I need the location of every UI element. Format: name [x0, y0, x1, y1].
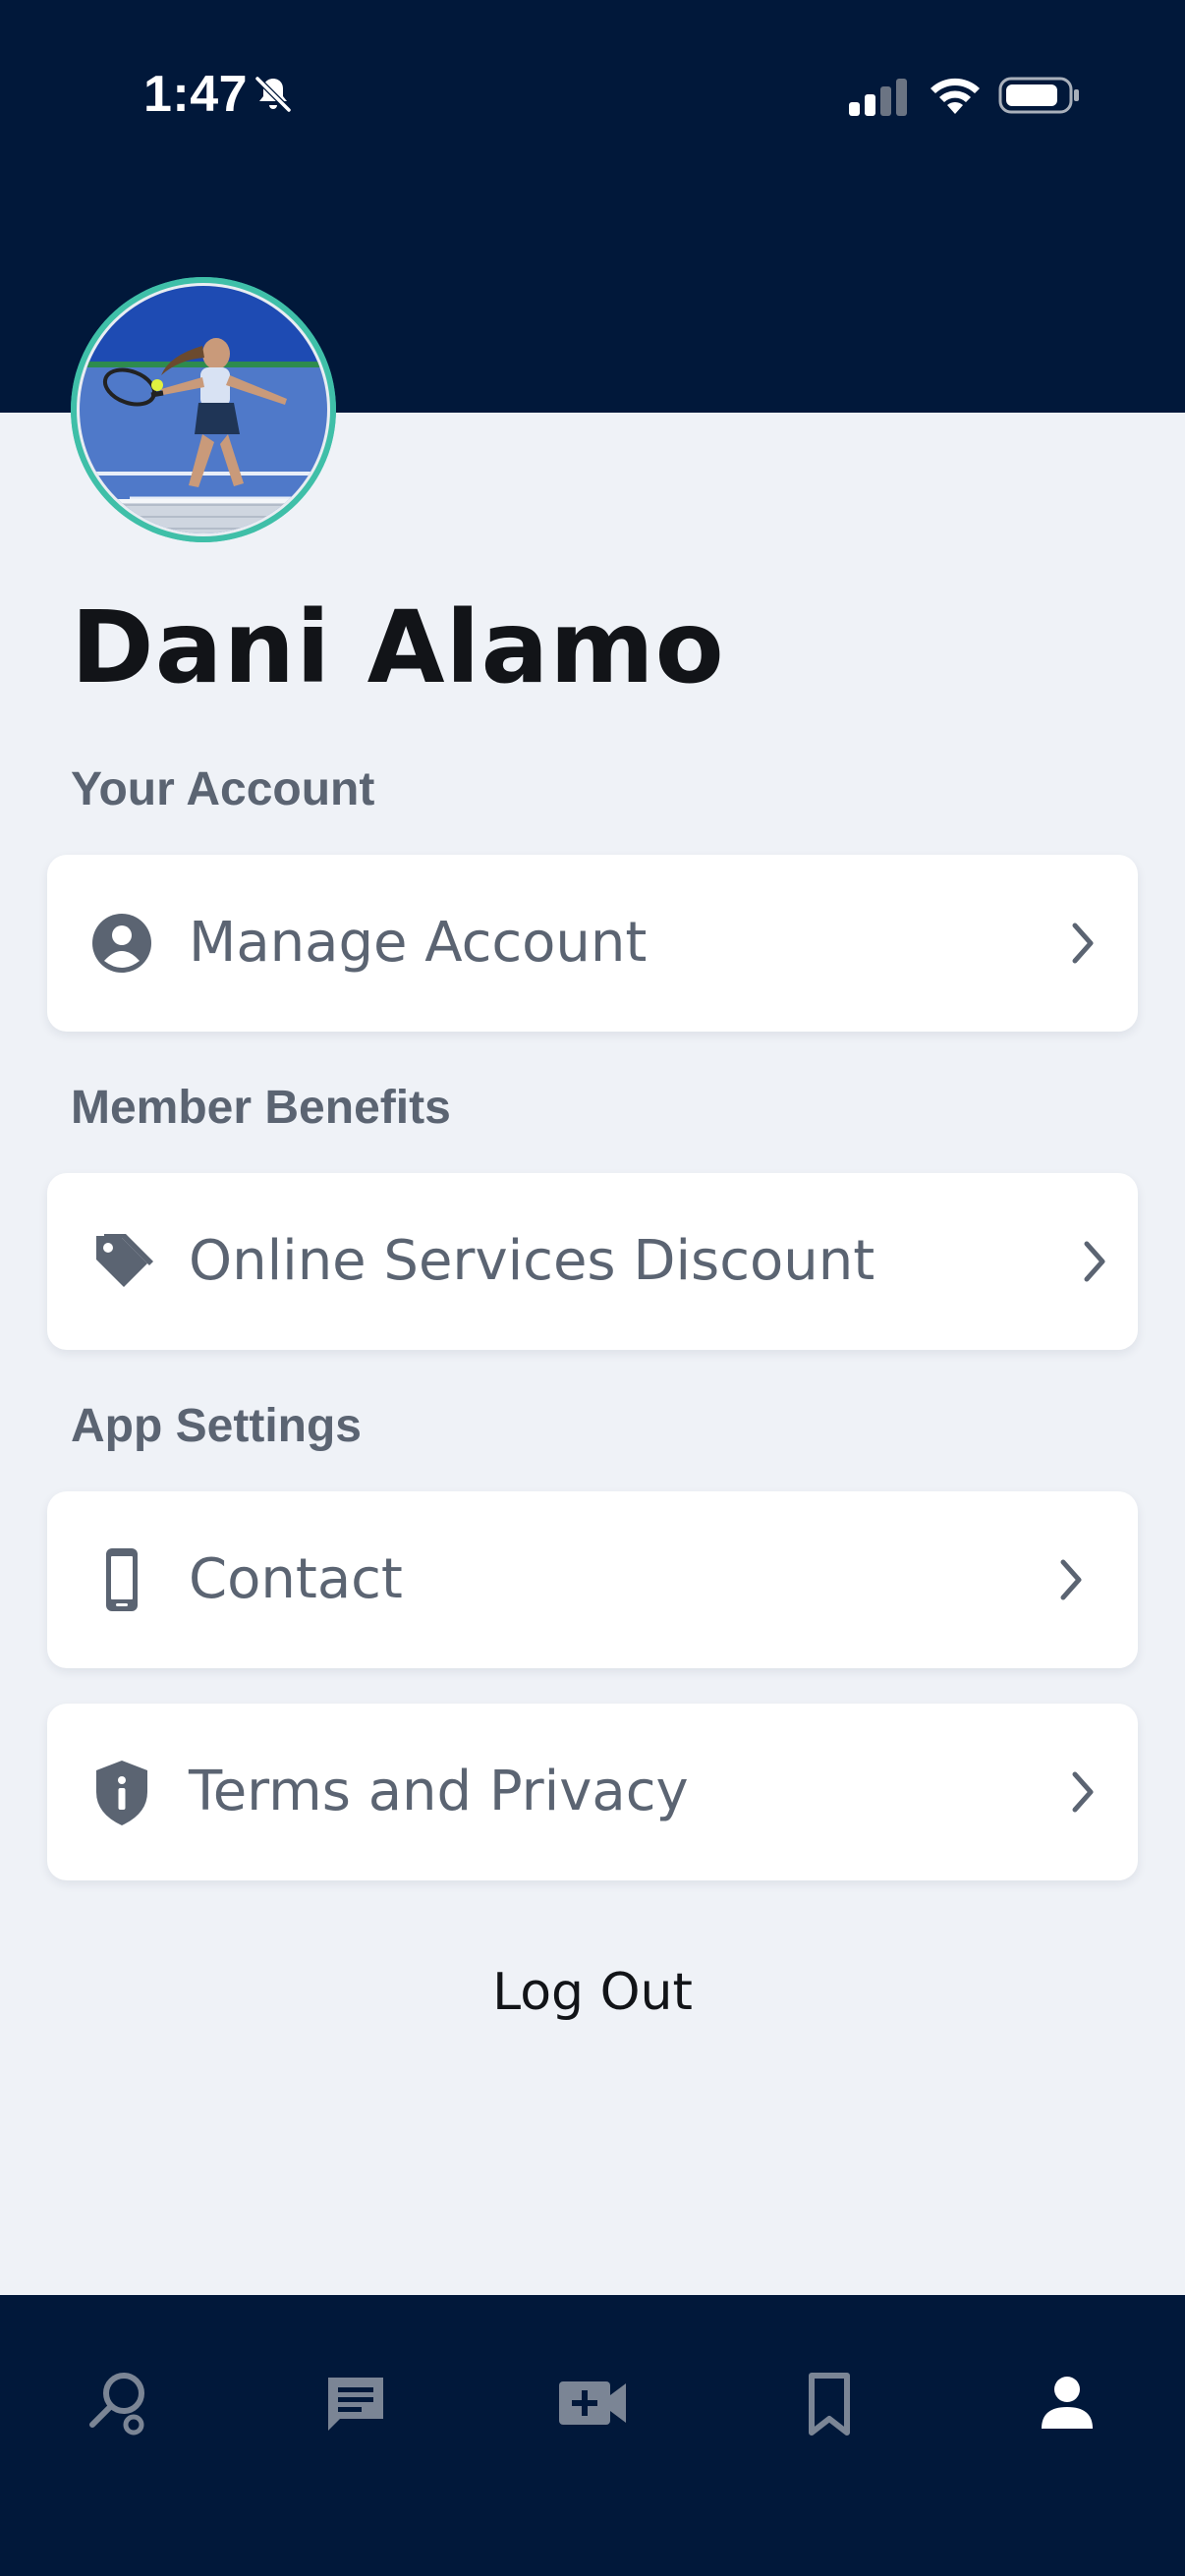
chevron-right-icon	[1060, 1559, 1082, 1600]
tag-icon	[96, 1234, 153, 1287]
status-bar: 1:47	[0, 0, 1185, 196]
status-time: 1:47	[143, 66, 249, 123]
contact-button[interactable]: Contact	[47, 1491, 1138, 1668]
chevron-right-icon	[1072, 923, 1094, 964]
message-icon	[328, 2378, 383, 2431]
section-title-your-account: Your Account	[71, 763, 375, 815]
cellular-signal-icon	[849, 79, 907, 116]
nav-messages[interactable]	[297, 2344, 415, 2462]
bookmark-icon	[809, 2373, 850, 2436]
profile-icon	[1042, 2377, 1093, 2429]
nav-video[interactable]	[534, 2344, 651, 2462]
online-services-discount-button[interactable]: Online Services Discount	[47, 1173, 1138, 1350]
section-title-app-settings: App Settings	[71, 1400, 362, 1452]
logout-button[interactable]: Log Out	[0, 1961, 1185, 2024]
wifi-icon	[931, 78, 980, 114]
contact-label: Contact	[189, 1547, 403, 1611]
user-circle-icon	[92, 914, 151, 973]
avatar[interactable]	[71, 277, 336, 542]
shield-info-icon	[96, 1761, 147, 1825]
nav-profile[interactable]	[1008, 2344, 1126, 2462]
phone-icon	[106, 1548, 138, 1611]
online-services-discount-label: Online Services Discount	[189, 1229, 875, 1293]
section-title-member-benefits: Member Benefits	[71, 1082, 451, 1134]
chevron-right-icon	[1084, 1241, 1105, 1282]
search-icon	[89, 2373, 144, 2436]
bottom-navigation	[0, 2295, 1185, 2576]
profile-screen: 1:47 Dani Alamo Your Account Manage Acco…	[0, 0, 1185, 2576]
nav-saved[interactable]	[770, 2344, 888, 2462]
manage-account-label: Manage Account	[189, 911, 648, 975]
bell-slash-icon	[254, 76, 292, 113]
manage-account-button[interactable]: Manage Account	[47, 855, 1138, 1032]
terms-and-privacy-label: Terms and Privacy	[189, 1760, 689, 1823]
video-add-icon	[559, 2381, 626, 2425]
chevron-right-icon	[1072, 1771, 1094, 1813]
profile-name: Dani Alamo	[71, 589, 725, 706]
terms-and-privacy-button[interactable]: Terms and Privacy	[47, 1704, 1138, 1880]
avatar-photo	[71, 277, 336, 542]
nav-search[interactable]	[59, 2344, 177, 2462]
battery-icon	[998, 77, 1079, 114]
